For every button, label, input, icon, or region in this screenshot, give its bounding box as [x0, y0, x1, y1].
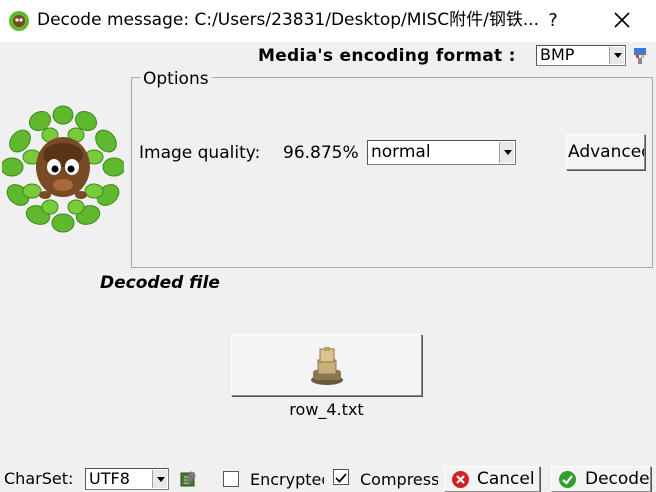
image-quality-label: Image quality: — [139, 143, 261, 163]
cancel-button[interactable]: Cancel — [444, 466, 540, 492]
cancel-label: Cancel — [477, 469, 535, 489]
media-format-label: Media's encoding format : — [258, 46, 516, 66]
chevron-down-icon[interactable] — [609, 47, 624, 64]
compress-checkbox[interactable] — [333, 469, 349, 485]
image-quality-mode: normal — [371, 142, 431, 162]
image-quality-value: 96.875% — [283, 143, 359, 163]
decode-button[interactable]: Decode — [551, 466, 651, 492]
window-title: Decode message: C:/Users/23831/Desktop/M… — [37, 10, 540, 30]
app-icon — [9, 11, 29, 31]
file-box-icon — [311, 347, 343, 385]
charset-value: UTF8 — [89, 469, 130, 488]
chevron-down-icon[interactable] — [499, 142, 514, 163]
media-format-value: BMP — [540, 45, 575, 64]
charset-select[interactable]: UTF8 — [85, 468, 169, 490]
title-bar: Decode message: C:/Users/23831/Desktop/M… — [0, 0, 656, 42]
options-legend: Options — [140, 70, 212, 88]
close-icon — [614, 12, 630, 28]
close-button[interactable] — [600, 4, 644, 36]
check-icon — [559, 471, 576, 488]
compress-label: Compress — [360, 470, 438, 489]
decoded-file-name: row_4.txt — [289, 400, 364, 419]
image-quality-select[interactable]: normal — [367, 140, 516, 165]
mascot-image — [2, 105, 124, 233]
brush-icon[interactable] — [632, 46, 650, 66]
decode-label: Decode — [585, 469, 650, 489]
checkmark-icon — [335, 473, 347, 483]
media-format-select[interactable]: BMP — [536, 45, 626, 66]
advanced-button[interactable]: Advanced — [566, 134, 645, 170]
options-group: Options — [131, 70, 653, 268]
decoded-file-button[interactable] — [231, 334, 422, 396]
encrypted-checkbox[interactable] — [223, 471, 239, 487]
encrypted-label: Encrypted — [250, 470, 324, 489]
help-button[interactable]: ? — [540, 6, 566, 36]
charset-label: CharSet: — [4, 469, 74, 488]
edit-note-icon[interactable] — [179, 470, 197, 488]
chevron-down-icon[interactable] — [152, 470, 167, 488]
decoded-file-label: Decoded file — [100, 273, 220, 293]
cancel-icon — [452, 471, 469, 488]
